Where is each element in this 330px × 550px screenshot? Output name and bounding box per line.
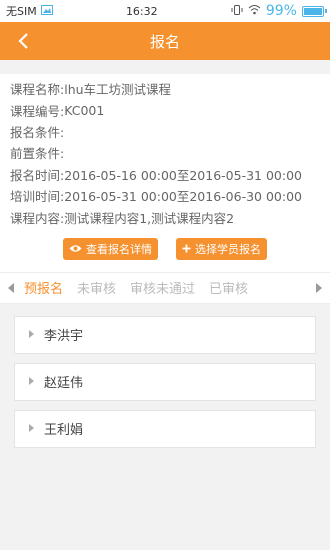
action-bar: 查看报名详情 选择学员报名 [10, 228, 320, 272]
field-value: 2016-05-31 00:00至2016-06-30 00:00 [64, 189, 302, 205]
select-students-button[interactable]: 选择学员报名 [176, 237, 267, 260]
tab-item[interactable]: 预报名 [24, 278, 63, 297]
expand-caret-icon [29, 423, 34, 434]
tab-item[interactable]: 未审核 [77, 278, 116, 297]
field-label: 课程名称: [10, 82, 65, 98]
gallery-icon [40, 4, 53, 18]
student-name: 李洪宇 [44, 329, 84, 345]
app-bar: 报名 [0, 22, 330, 60]
course-field-row: 课程内容: 测试课程内容1,测试课程内容2 [10, 206, 320, 227]
field-label: 报名条件: [10, 124, 65, 140]
course-field-row: 报名时间: 2016-05-16 00:00至2016-05-31 00:00 [10, 164, 320, 185]
field-label: 前置条件: [10, 146, 65, 162]
clock: 16:32 [125, 4, 158, 18]
field-value: 2016-05-16 00:00至2016-05-31 00:00 [64, 167, 302, 183]
status-tabs: 预报名 未审核 审核未通过 已审核 [0, 271, 330, 304]
course-field-row: 培训时间: 2016-05-31 00:00至2016-06-30 00:00 [10, 185, 320, 206]
carrier-label: 无SIM [6, 5, 37, 18]
triangle-left-icon [8, 282, 14, 293]
triangle-right-icon [316, 282, 322, 293]
student-item[interactable]: 赵廷伟 [14, 362, 316, 401]
view-details-label: 查看报名详情 [86, 242, 152, 256]
course-field-row: 报名条件: [10, 121, 320, 142]
battery-fill [303, 7, 322, 15]
battery-icon [301, 5, 327, 17]
field-value: 测试课程内容1,测试课程内容2 [64, 210, 235, 226]
field-label: 课程内容: [10, 210, 65, 226]
back-button[interactable] [8, 22, 38, 60]
wifi-icon [248, 4, 261, 18]
eye-icon [69, 245, 82, 252]
field-value: lhu车工坊测试课程 [64, 82, 172, 98]
tab-item[interactable]: 审核未通过 [130, 278, 195, 297]
expand-caret-icon [29, 329, 34, 340]
select-students-label: 选择学员报名 [195, 242, 261, 256]
tab-item[interactable]: 已审核 [209, 278, 248, 297]
vibrate-icon [231, 4, 243, 19]
course-field-row: 课程名称: lhu车工坊测试课程 [10, 78, 320, 99]
battery-percent: 99% [265, 3, 297, 19]
student-name: 赵廷伟 [44, 376, 84, 392]
plus-icon [182, 244, 191, 253]
student-list: 李洪宇 赵廷伟 王利娟 [0, 304, 330, 448]
course-field-row: 前置条件: [10, 142, 320, 163]
field-label: 培训时间: [10, 189, 65, 205]
course-info-panel: 课程名称: lhu车工坊测试课程 课程编号: KC001 报名条件: 前置条件: 报名时间:… [0, 74, 330, 272]
tabs-scroll-right[interactable] [308, 282, 330, 293]
page-title: 报名 [149, 32, 180, 51]
view-details-button[interactable]: 查看报名详情 [63, 237, 158, 260]
student-item[interactable]: 李洪宇 [14, 315, 316, 354]
field-value: KC001 [64, 102, 105, 118]
tabs-scroll-left[interactable] [0, 282, 22, 293]
field-label: 课程编号: [10, 103, 65, 119]
status-bar: 无SIM 16:32 99% [0, 0, 330, 22]
course-field-row: 课程编号: KC001 [10, 99, 320, 120]
student-item[interactable]: 王利娟 [14, 409, 316, 448]
back-arrow-icon [18, 33, 28, 49]
student-name: 王利娟 [44, 423, 84, 439]
expand-caret-icon [29, 376, 34, 387]
field-label: 报名时间: [10, 167, 65, 183]
